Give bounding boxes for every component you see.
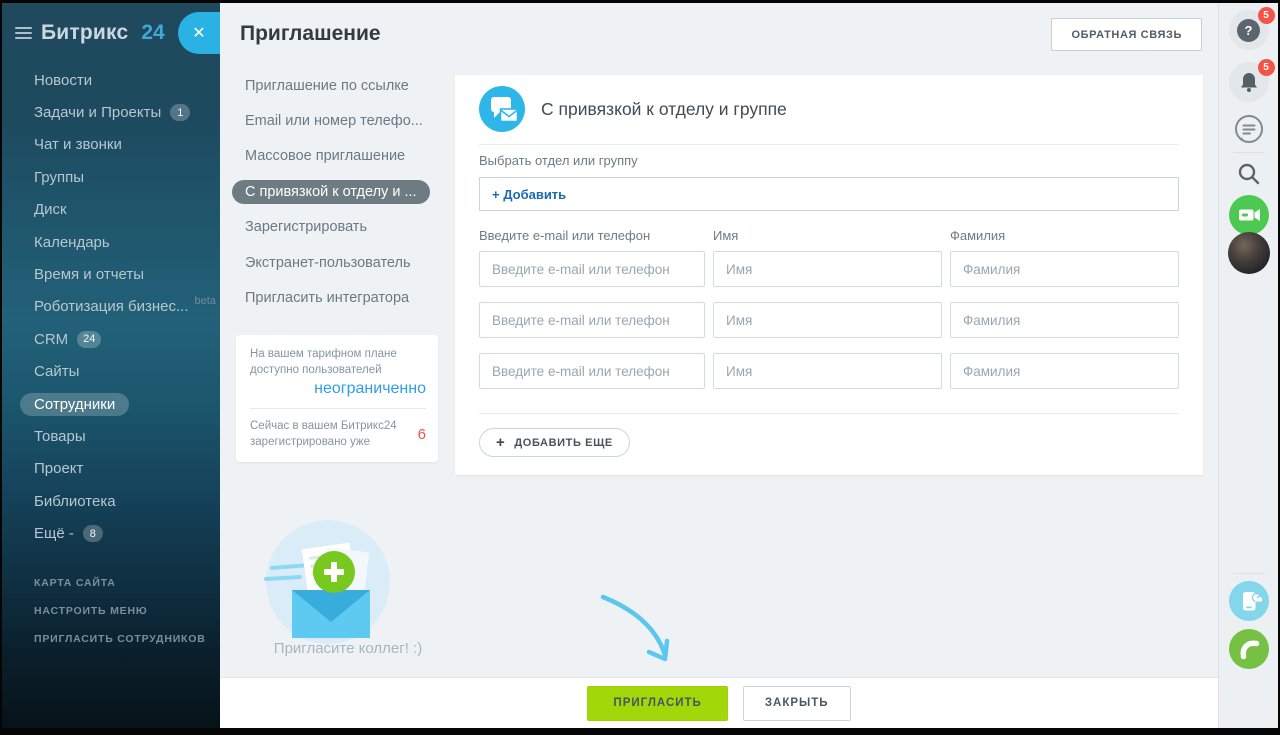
sidebar-item-crm[interactable]: CRM24	[34, 323, 214, 355]
close-icon: ✕	[192, 23, 205, 43]
sidebar: Битрикс 24 Новости Задачи и Проекты1 Чат…	[2, 3, 220, 728]
form-title: С привязкой к отделу и группе	[541, 99, 787, 120]
invitation-tabs: Приглашение по ссылке Email или номер те…	[245, 68, 430, 316]
email-input-1[interactable]	[479, 251, 705, 287]
lastname-input-2[interactable]	[950, 302, 1179, 338]
invite-row-1	[479, 251, 1179, 287]
tasks-count-badge: 1	[170, 104, 190, 121]
close-button[interactable]: ЗАКРЫТЬ	[743, 686, 851, 721]
name-input-3[interactable]	[713, 353, 942, 389]
tab-department-group[interactable]: С привязкой к отделу и ...	[245, 174, 430, 209]
name-column-label: Имя	[713, 228, 942, 243]
panel-footer: ПРИГЛАСИТЬ ЗАКРЫТЬ	[220, 677, 1218, 728]
sidebar-item-more[interactable]: Ещё -8	[34, 517, 214, 549]
tab-register[interactable]: Зарегистрировать	[245, 210, 430, 245]
user-avatar[interactable]	[1228, 232, 1270, 274]
lastname-column-label: Фамилия	[950, 228, 1179, 243]
email-column-label: Введите e-mail или телефон	[479, 228, 705, 243]
add-more-button[interactable]: + ДОБАВИТЬ ЕЩЕ	[479, 428, 630, 457]
more-count-badge: 8	[83, 525, 103, 542]
plus-icon: +	[496, 435, 505, 450]
name-input-2[interactable]	[713, 302, 942, 338]
help-icon: ?	[1237, 19, 1260, 42]
email-input-2[interactable]	[479, 302, 705, 338]
sidebar-item-library[interactable]: Библиотека	[34, 485, 214, 517]
tab-email-or-phone[interactable]: Email или номер телефо...	[245, 103, 430, 138]
feedback-button[interactable]: ОБРАТНАЯ СВЯЗЬ	[1051, 18, 1202, 51]
sidebar-menu: Новости Задачи и Проекты1 Чат и звонки Г…	[34, 64, 214, 550]
email-input-3[interactable]	[479, 353, 705, 389]
select-department-label: Выбрать отдел или группу	[479, 153, 1179, 168]
invitation-panel: Приглашение ОБРАТНАЯ СВЯЗЬ Приглашение п…	[220, 3, 1218, 728]
registered-users-count: 6	[418, 426, 426, 443]
help-button[interactable]: ? 5	[1229, 10, 1269, 50]
hamburger-menu-icon[interactable]	[15, 27, 32, 39]
tariff-plan-text: На вашем тарифном плане доступно пользов…	[250, 347, 426, 378]
sidebar-item-disk[interactable]: Диск	[34, 194, 214, 226]
notifications-badge: 5	[1258, 59, 1275, 76]
invite-row-2	[479, 302, 1179, 338]
sidebar-item-project[interactable]: Проект	[34, 453, 214, 485]
mobile-phone-icon	[1233, 585, 1265, 617]
sidebar-item-time-reports[interactable]: Время и отчеты	[34, 258, 214, 290]
sidebar-item-chat[interactable]: Чат и звонки	[34, 129, 214, 161]
add-department-link[interactable]: + Добавить	[492, 187, 566, 202]
invite-form-card: С привязкой к отделу и группе Выбрать от…	[455, 75, 1203, 475]
invite-caption: Пригласите коллег! :)	[248, 640, 448, 657]
name-input-1[interactable]	[713, 251, 942, 287]
lastname-input-1[interactable]	[950, 251, 1179, 287]
chat-lines-icon	[1230, 111, 1268, 149]
tab-invite-integrator[interactable]: Пригласить интегратора	[245, 280, 430, 315]
logo: Битрикс 24	[15, 21, 165, 45]
phone-handset-icon	[1233, 633, 1265, 665]
sidebar-item-sites[interactable]: Сайты	[34, 356, 214, 388]
invite-envelope-illustration	[266, 520, 390, 644]
chat-envelope-icon	[479, 86, 525, 132]
notifications-button[interactable]: 5	[1229, 62, 1269, 102]
registered-users-text: Сейчас в вашем Битрикс24 зарегистрирован…	[250, 419, 400, 450]
sidebar-item-groups[interactable]: Группы	[34, 161, 214, 193]
beta-label: beta	[195, 295, 216, 307]
lastname-input-3[interactable]	[950, 353, 1179, 389]
tab-extranet-user[interactable]: Экстранет-пользователь	[245, 245, 430, 280]
brand-number: 24	[141, 21, 164, 45]
tariff-info-box: На вашем тарифном плане доступно пользов…	[236, 335, 438, 462]
app-window: Битрикс 24 Новости Задачи и Проекты1 Чат…	[0, 0, 1280, 735]
tab-invite-by-link[interactable]: Приглашение по ссылке	[245, 68, 430, 103]
tab-mass-invitation[interactable]: Массовое приглашение	[245, 139, 430, 174]
tariff-plan-value: неограниченно	[250, 380, 426, 398]
sidebar-item-tasks[interactable]: Задачи и Проекты1	[34, 96, 214, 128]
envelope-plus-icon	[258, 528, 398, 648]
column-labels: Введите e-mail или телефон Имя Фамилия	[479, 228, 1179, 243]
feedback-chat-button[interactable]	[1230, 111, 1268, 154]
sitemap-link[interactable]: КАРТА САЙТА	[34, 569, 206, 597]
page-title: Приглашение	[240, 22, 381, 46]
video-camera-icon	[1233, 199, 1265, 231]
sidebar-footer-links: КАРТА САЙТА НАСТРОИТЬ МЕНЮ ПРИГЛАСИТЬ СО…	[34, 569, 206, 653]
invite-row-3	[479, 353, 1179, 389]
video-call-button[interactable]	[1229, 195, 1269, 235]
sidebar-item-employees[interactable]: Сотрудники	[34, 388, 214, 420]
configure-menu-link[interactable]: НАСТРОИТЬ МЕНЮ	[34, 597, 206, 625]
sidebar-item-news[interactable]: Новости	[34, 64, 214, 96]
crm-count-badge: 24	[77, 331, 101, 348]
mobile-app-button[interactable]	[1229, 581, 1269, 621]
close-panel-button[interactable]: ✕	[178, 12, 220, 54]
search-button[interactable]	[1234, 159, 1264, 194]
right-toolbar: ? 5 5	[1218, 3, 1278, 728]
sidebar-item-calendar[interactable]: Календарь	[34, 226, 214, 258]
hint-arrow-icon	[595, 589, 695, 674]
brand-name: Битрикс	[41, 21, 128, 45]
search-icon	[1234, 159, 1264, 189]
help-badge: 5	[1258, 7, 1275, 24]
sidebar-item-products[interactable]: Товары	[34, 420, 214, 452]
invite-button[interactable]: ПРИГЛАСИТЬ	[587, 686, 727, 721]
department-select-box[interactable]: + Добавить	[479, 177, 1179, 211]
invite-employees-link[interactable]: ПРИГЛАСИТЬ СОТРУДНИКОВ	[34, 625, 206, 653]
telephony-button[interactable]	[1229, 629, 1269, 669]
sidebar-item-rpa[interactable]: Роботизация бизнес...beta	[34, 291, 214, 323]
